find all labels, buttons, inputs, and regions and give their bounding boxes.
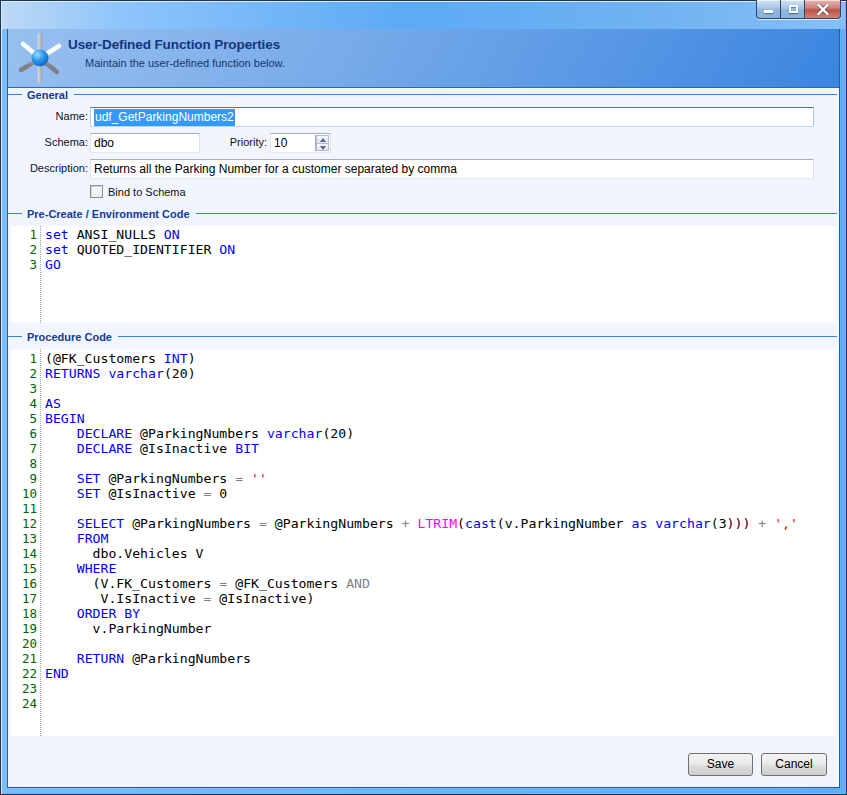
schema-input[interactable]: dbo [90, 133, 200, 153]
precreate-group-label: Pre-Create / Environment Code [27, 208, 190, 220]
down-arrow-icon [320, 146, 326, 150]
procedure-group-label: Procedure Code [27, 331, 112, 343]
save-button[interactable]: Save [688, 753, 753, 776]
priority-spin-down[interactable] [316, 143, 329, 151]
code-line: 20 [11, 636, 836, 651]
maximize-button[interactable] [780, 0, 805, 19]
priority-label: Priority: [187, 136, 267, 148]
code-line: 15 WHERE [11, 561, 836, 576]
code-line: 3 [11, 381, 836, 396]
name-input[interactable]: udf_GetParkingNumbers2 [90, 107, 814, 127]
code-line: 13 FROM [11, 531, 836, 546]
code-line: 24 [11, 696, 836, 711]
code-line: 23 [11, 681, 836, 696]
precreate-gutter [11, 226, 41, 323]
close-icon [817, 4, 829, 15]
code-line: 2set QUOTED_IDENTIFIER ON [11, 242, 836, 257]
code-line: 19 v.ParkingNumber [11, 621, 836, 636]
bind-to-schema-checkbox[interactable] [90, 185, 103, 198]
code-line: 1set ANSI_NULLS ON [11, 227, 836, 242]
code-line: 18 ORDER BY [11, 606, 836, 621]
close-button[interactable] [805, 0, 841, 19]
code-line: 16 (V.FK_Customers = @FK_Customers AND [11, 576, 836, 591]
code-line: 17 V.IsInactive = @IsInactive) [11, 591, 836, 606]
general-group-label: General [27, 89, 68, 101]
procedure-group-header: Procedure Code [8, 330, 837, 343]
priority-spinner [315, 135, 329, 151]
code-line: 2RETURNS varchar(20) [11, 366, 836, 381]
bind-to-schema-label: Bind to Schema [108, 186, 186, 198]
header-subtitle: Maintain the user-defined function below… [85, 57, 285, 69]
function-icon [15, 31, 65, 85]
up-arrow-icon [320, 138, 326, 142]
name-input-selected-text: udf_GetParkingNumbers2 [94, 109, 235, 126]
code-line: 5BEGIN [11, 411, 836, 426]
header-title: User-Defined Function Properties [68, 37, 280, 52]
code-line: 4AS [11, 396, 836, 411]
name-label: Name: [8, 110, 88, 122]
general-group-header: General [8, 88, 837, 101]
titlebar [2, 2, 845, 29]
description-label: Description: [8, 162, 88, 174]
code-line: 14 dbo.Vehicles V [11, 546, 836, 561]
code-line: 11 [11, 501, 836, 516]
code-line: 7 DECLARE @IsInactive BIT [11, 441, 836, 456]
priority-input[interactable]: 10 [270, 133, 331, 153]
procedure-gutter [11, 349, 41, 736]
precreate-code-editor[interactable]: 1set ANSI_NULLS ON2set QUOTED_IDENTIFIER… [11, 226, 836, 323]
minimize-button[interactable] [756, 0, 780, 19]
priority-spin-up[interactable] [316, 135, 329, 143]
code-line: 22END [11, 666, 836, 681]
description-input[interactable]: Returns all the Parking Number for a cus… [90, 159, 814, 179]
maximize-icon [789, 5, 798, 13]
schema-label: Schema: [8, 136, 88, 148]
code-line: 1(@FK_Customers INT) [11, 351, 836, 366]
code-line: 9 SET @ParkingNumbers = '' [11, 471, 836, 486]
code-line: 12 SELECT @ParkingNumbers = @ParkingNumb… [11, 516, 836, 531]
code-line: 21 RETURN @ParkingNumbers [11, 651, 836, 666]
minimize-icon [764, 10, 773, 13]
code-line: 8 [11, 456, 836, 471]
code-line: 6 DECLARE @ParkingNumbers varchar(20) [11, 426, 836, 441]
cancel-button[interactable]: Cancel [761, 753, 827, 776]
procedure-code-editor[interactable]: 1(@FK_Customers INT)2RETURNS varchar(20)… [11, 349, 836, 736]
code-line: 10 SET @IsInactive = 0 [11, 486, 836, 501]
dialog-window: { "header": { "title": "User-Defined Fun… [0, 0, 847, 795]
precreate-group-header: Pre-Create / Environment Code [8, 207, 837, 220]
window-controls [756, 0, 841, 19]
dialog-header: User-Defined Function Properties Maintai… [8, 29, 839, 88]
code-line: 3GO [11, 257, 836, 272]
